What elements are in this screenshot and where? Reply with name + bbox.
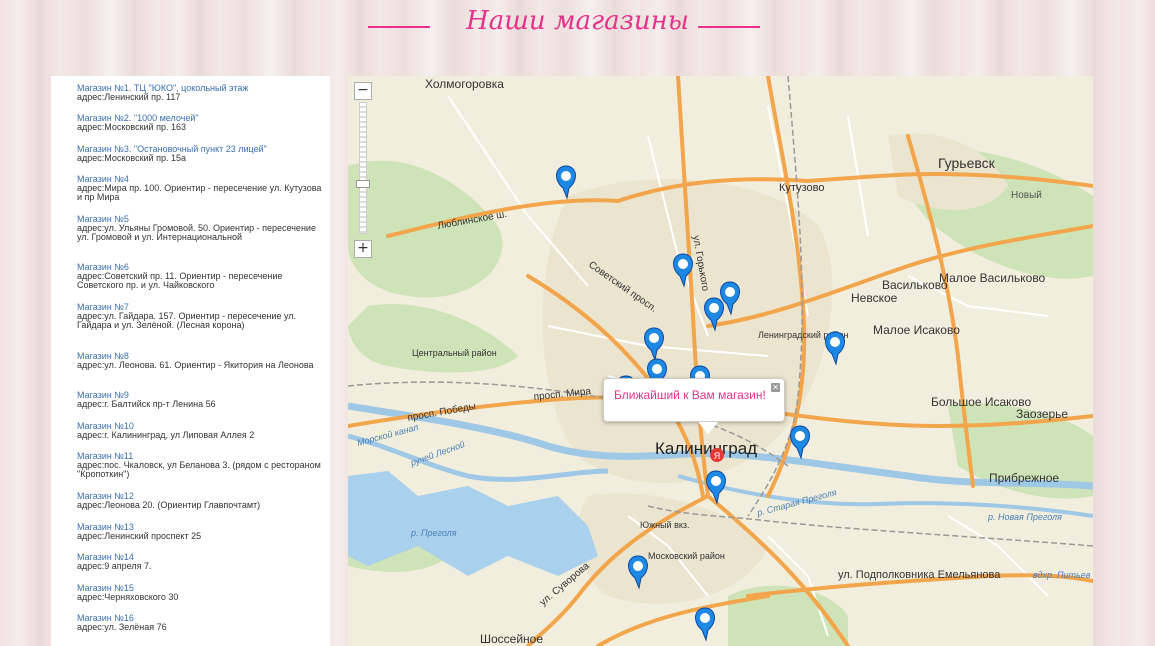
place-label: Кутузово xyxy=(779,182,824,194)
shop-marker-icon[interactable] xyxy=(825,331,845,366)
place-label: Васильково xyxy=(882,278,948,292)
title-line-right xyxy=(698,26,760,28)
shop-address: адрес:9 апреля 7. xyxy=(77,561,152,571)
water-label: Морской канал xyxy=(356,422,419,448)
page-header: Наши магазины xyxy=(0,0,1155,60)
district-label: Центральный район xyxy=(412,348,497,358)
shops-map[interactable]: Холмогоровка Гурьевск Кутузово Новый Люб… xyxy=(348,76,1093,646)
water-label: р. Новая Преголя xyxy=(987,512,1062,522)
place-label: Гурьевск xyxy=(938,155,996,171)
place-label: Заозерье xyxy=(1016,407,1068,421)
page-title: Наши магазины xyxy=(466,6,689,36)
place-label: Невское xyxy=(851,291,898,305)
road-label: ул. Подполковника Емельянова xyxy=(838,569,1001,581)
list-item: Магазин №8 адрес:ул. Леонова. 61. Ориенти… xyxy=(77,352,325,370)
list-item: Магазин №10 адрес:г. Калининград, ул Липо… xyxy=(77,422,325,440)
list-item: Магазин №6 адрес:Советский пр. 11. Ориент… xyxy=(77,263,325,290)
district-label: Московский район xyxy=(648,551,725,561)
shop-address: адрес:г. Калининград, ул Липовая Аллея 2 xyxy=(77,430,255,440)
list-item: Магазин №14 адрес:9 апреля 7. xyxy=(77,553,325,571)
shop-address: адрес:пос. Чкаловск, ул Беланова 3. (ряд… xyxy=(77,460,321,479)
water-label: р. Преголя xyxy=(410,528,457,538)
zoom-out-button[interactable]: − xyxy=(354,82,372,100)
list-item: Магазин №9 адрес:г. Балтийск пр-т Ленина … xyxy=(77,391,325,409)
map-canvas[interactable]: Холмогоровка Гурьевск Кутузово Новый Люб… xyxy=(348,76,1093,646)
shop-address: адрес:Ленинский проспект 25 xyxy=(77,531,202,541)
zoom-in-button[interactable]: + xyxy=(354,240,372,258)
shop-address: адрес:Ленинский пр. 117 xyxy=(77,92,181,102)
list-item: Магазин №11 адрес:пос. Чкаловск, ул Белан… xyxy=(77,452,325,479)
shop-address: адрес:ул. Леонова. 61. Ориентир - Якитор… xyxy=(77,360,314,370)
list-item: Магазин №15 адрес:Черняховского 30 xyxy=(77,584,325,602)
shop-marker-icon[interactable] xyxy=(556,165,576,200)
shop-address: адрес:Черняховского 30 xyxy=(77,592,179,602)
shop-address: адрес:Московский пр. 163 xyxy=(77,122,186,132)
list-item: Магазин №12 адрес:Леонова 20. (Ориентир Г… xyxy=(77,492,325,510)
list-item: Магазин №7 адрес:ул. Гайдара. 157. Ориент… xyxy=(77,303,325,330)
place-label: Шоссейное xyxy=(480,632,543,646)
shop-address: адрес:Московский пр. 15а xyxy=(77,153,186,163)
station-label: Южный вкз. xyxy=(640,520,690,530)
user-location-marker[interactable]: Я xyxy=(710,448,724,462)
place-label: Холмогоровка xyxy=(425,77,504,91)
zoom-control: − + xyxy=(354,82,372,258)
water-label: вдхр. Питьев xyxy=(1033,570,1091,580)
nearest-shop-popup: Ближайший к Вам магазин! ✕ xyxy=(603,378,785,434)
shop-marker-icon[interactable] xyxy=(695,607,715,642)
shop-address: адрес:ул. Зелёная 76 xyxy=(77,622,167,632)
user-marker-label: Я xyxy=(714,451,721,461)
shop-marker-icon[interactable] xyxy=(790,425,810,460)
shop-address: адрес:ул. Ульяны Громовой. 50. Ориентир … xyxy=(77,223,316,242)
place-label: Малое Васильково xyxy=(939,271,1046,285)
list-item: Магазин №4 адрес:Мира пр. 100. Ориентир -… xyxy=(77,175,325,202)
list-item: Магазин №5 адрес:ул. Ульяны Громовой. 50.… xyxy=(77,215,325,242)
popup-tail xyxy=(698,422,718,434)
list-item: Магазин №3. "Остановочный пункт 23 лицей… xyxy=(77,145,325,163)
list-item: Магазин №13 адрес:Ленинский проспект 25 xyxy=(77,523,325,541)
water-label: ручей Лесной xyxy=(408,439,466,468)
shop-address: адрес:г. Балтийск пр-т Ленина 56 xyxy=(77,399,216,409)
popup-text: Ближайший к Вам магазин! xyxy=(614,388,766,402)
list-item: Магазин №1. ТЦ "ЮКО", цокольный этаж адре… xyxy=(77,84,325,102)
zoom-slider-handle[interactable] xyxy=(356,180,370,188)
popup-close-button[interactable]: ✕ xyxy=(771,383,780,392)
shop-address: адрес:Леонова 20. (Ориентир Главпочтамт) xyxy=(77,500,261,510)
shop-address: адрес:Мира пр. 100. Ориентир - пересечен… xyxy=(77,183,322,202)
map-urban-areas xyxy=(542,133,1008,604)
place-label: Прибрежное xyxy=(989,471,1059,485)
city-label: Калининград xyxy=(655,439,757,458)
list-item: Магазин №16 адрес:ул. Зелёная 76 xyxy=(77,614,325,632)
shop-address: адрес:ул. Гайдара. 157. Ориентир - перес… xyxy=(77,311,297,330)
list-item: Магазин №2. "1000 мелочей" адрес:Московск… xyxy=(77,114,325,132)
place-label: Малое Исаково xyxy=(873,323,960,337)
zoom-slider-track[interactable] xyxy=(359,102,367,234)
shop-list: Магазин №1. ТЦ "ЮКО", цокольный этаж адре… xyxy=(51,76,330,646)
place-label: Новый xyxy=(1011,190,1042,201)
shop-address: адрес:Советский пр. 11. Ориентир - перес… xyxy=(77,271,283,290)
